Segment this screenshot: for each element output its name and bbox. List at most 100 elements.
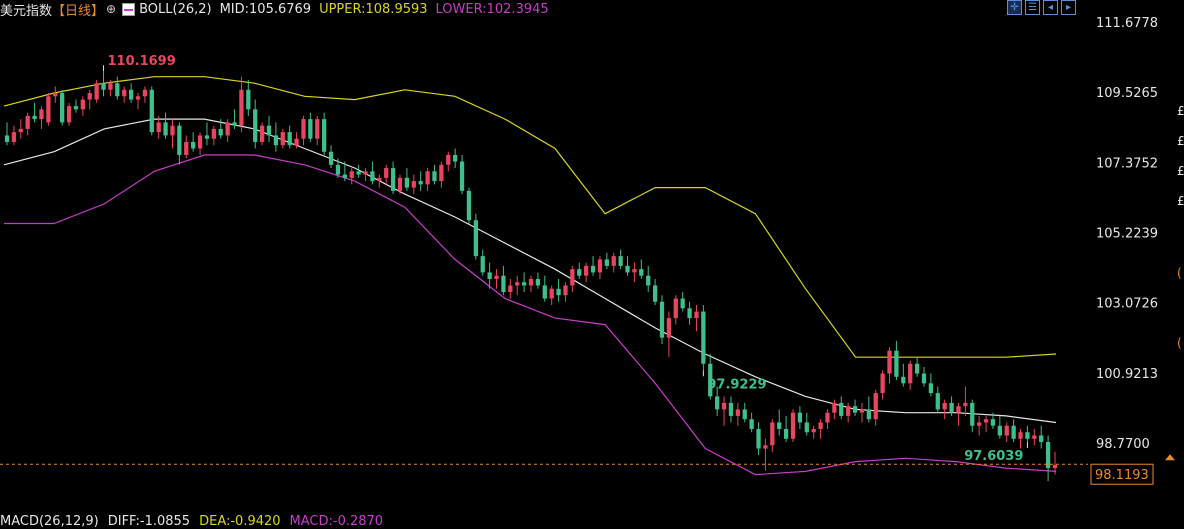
candle-body <box>983 419 989 423</box>
candle-body <box>646 275 651 286</box>
candle-body <box>211 128 216 139</box>
candle-body <box>659 301 665 338</box>
candle-body <box>728 402 734 416</box>
candle-body <box>149 89 154 133</box>
candle-body <box>328 151 334 165</box>
upper-value: UPPER:108.9593 <box>319 1 428 17</box>
side-panel-glyph: £ <box>1177 164 1184 178</box>
current-price-arrow <box>1165 454 1175 461</box>
candle-body <box>990 419 996 426</box>
candle-body <box>611 256 616 266</box>
candle-body <box>942 402 947 410</box>
candle-body <box>1004 425 1009 436</box>
period-selector[interactable]: 【日线】 <box>52 0 104 19</box>
candle-body <box>363 171 368 175</box>
crosshair-icon[interactable]: ✛ <box>1007 0 1022 15</box>
candle-body <box>32 115 37 120</box>
candle-body <box>156 122 161 133</box>
diff-value: DIFF:-1.0855 <box>107 514 191 529</box>
candle-body <box>1018 432 1023 439</box>
boll-label[interactable]: BOLL(26,2) <box>139 2 212 17</box>
candle-body <box>977 422 982 426</box>
prev-chart-icon[interactable]: ◂ <box>1043 0 1058 15</box>
candle-body <box>342 174 347 178</box>
low-price-label: 97.6039 <box>964 449 1023 464</box>
candle-body <box>397 177 403 191</box>
settings-icon[interactable]: ⊕ <box>106 2 116 16</box>
side-panel-glyph: £ <box>1177 194 1184 208</box>
candle-body <box>225 122 230 136</box>
candle-body <box>673 298 678 319</box>
candle-body <box>87 93 92 100</box>
candle-body <box>439 164 444 182</box>
candle-body <box>501 275 506 292</box>
candle-body <box>515 282 520 286</box>
candle-body <box>418 181 423 185</box>
candle-body <box>804 422 809 433</box>
candle-body <box>970 402 975 426</box>
next-chart-icon[interactable]: ▸ <box>1061 0 1076 15</box>
candle-body <box>459 161 465 191</box>
macd-label[interactable]: MACD(26,12,9) <box>0 514 99 529</box>
candle-body <box>39 109 44 120</box>
macd-value: MACD:-0.2870 <box>289 514 384 529</box>
candle-body <box>735 409 740 416</box>
candle-body <box>604 259 609 266</box>
chart-layout-icon[interactable]: ☰ <box>1025 0 1040 15</box>
candle-body <box>832 402 837 413</box>
candle-body <box>928 383 934 394</box>
candle-body <box>811 428 816 433</box>
side-panel-glyph: ( <box>1177 266 1182 280</box>
y-tick-label: 109.5265 <box>1096 86 1158 101</box>
candle-body <box>783 428 789 439</box>
candle-body <box>652 285 658 302</box>
macd-header: MACD(26,12,9) DIFF:-1.0855 DEA:-0.9420 M… <box>0 514 392 529</box>
instrument-title: 美元指数 <box>0 3 53 19</box>
candle-body <box>852 406 858 413</box>
candle-body <box>721 402 727 410</box>
candle-body <box>60 93 65 123</box>
boll-candlestick-chart[interactable]: 111.6778 109.5265 107.3752 105.2239 103.0726… <box>0 0 1184 529</box>
candle-body <box>577 269 582 276</box>
candle-body <box>266 125 272 136</box>
candle-body <box>570 269 575 286</box>
candle-body <box>846 406 851 416</box>
candle-body <box>184 141 189 156</box>
boll-lower-line <box>4 154 1057 476</box>
candle-body <box>542 285 547 299</box>
candle-body <box>584 265 589 276</box>
candle-body <box>122 89 127 97</box>
candle-body <box>639 269 644 276</box>
candle-body <box>1025 432 1030 439</box>
candle-body <box>259 125 265 142</box>
candle-body <box>170 125 175 136</box>
y-tick-label: 107.3752 <box>1096 156 1158 171</box>
candle-body <box>315 119 320 139</box>
candle-body <box>466 190 472 221</box>
candle-body <box>46 96 51 123</box>
candle-body <box>94 83 99 100</box>
candles <box>4 71 1058 482</box>
candle-body <box>556 288 561 296</box>
candle-body <box>322 119 327 152</box>
candle-body <box>508 285 513 292</box>
candle-body <box>880 373 885 394</box>
candle-body <box>425 171 430 185</box>
candle-body <box>921 373 927 384</box>
candle-body <box>625 265 630 273</box>
candle-body <box>390 168 396 191</box>
candle-body <box>197 135 203 149</box>
candle-body <box>949 402 954 413</box>
chart-toolbar: ✛ ☰ ◂ ▸ <box>1007 0 1076 15</box>
candle-body <box>749 419 754 429</box>
candle-body <box>590 265 596 273</box>
candle-body <box>335 164 341 175</box>
candle-body <box>763 445 768 449</box>
boll-indicator-icon[interactable] <box>122 2 136 16</box>
candle-body <box>873 393 878 420</box>
candle-body <box>308 119 313 139</box>
candle-body <box>411 181 416 188</box>
candle-body <box>521 282 527 286</box>
candle-body <box>384 168 389 178</box>
candle-body <box>53 93 58 97</box>
